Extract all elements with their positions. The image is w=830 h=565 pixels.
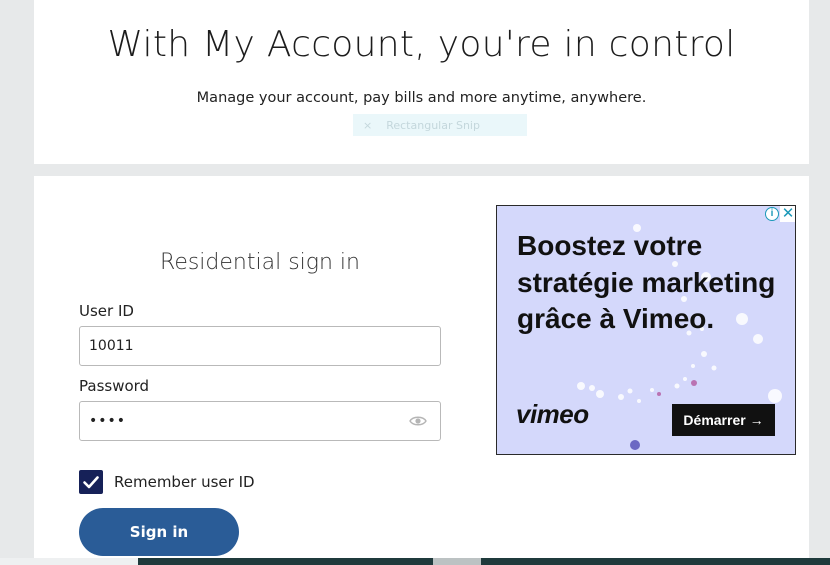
ad-start-button[interactable]: Démarrer → <box>672 404 775 436</box>
user-id-label: User ID <box>79 302 134 320</box>
password-input[interactable] <box>79 401 441 441</box>
snip-label: Rectangular Snip <box>386 119 480 132</box>
horizontal-scrollbar[interactable] <box>138 558 830 565</box>
vimeo-ad-banner[interactable]: Boostez votre stratégie marketing grâce … <box>496 205 796 455</box>
remember-user-label[interactable]: Remember user ID <box>114 473 255 491</box>
vimeo-logo: vimeo <box>516 399 589 429</box>
user-id-input[interactable] <box>79 326 441 366</box>
ad-close-icon[interactable]: ✕ <box>780 206 795 222</box>
snip-close-icon[interactable]: × <box>363 119 372 132</box>
page-subtitle: Manage your account, pay bills and more … <box>196 90 647 106</box>
page-title: With My Account, you're in control <box>107 24 736 65</box>
sign-in-button[interactable]: Sign in <box>79 508 239 556</box>
scrollbar-thumb[interactable] <box>433 558 481 565</box>
remember-user-checkbox[interactable] <box>79 470 103 494</box>
show-password-eye-icon[interactable] <box>409 415 427 427</box>
password-label: Password <box>79 377 150 395</box>
signin-title: Residential sign in <box>160 250 360 275</box>
ad-info-icon[interactable]: i <box>765 207 779 221</box>
checkmark-icon <box>83 476 99 489</box>
rectangular-snip-overlay[interactable]: × Rectangular Snip <box>353 114 527 136</box>
bottom-left-strip <box>0 558 138 565</box>
ad-headline: Boostez votre stratégie marketing grâce … <box>517 230 776 334</box>
hero-card: With My Account, you're in control Manag… <box>34 0 809 164</box>
